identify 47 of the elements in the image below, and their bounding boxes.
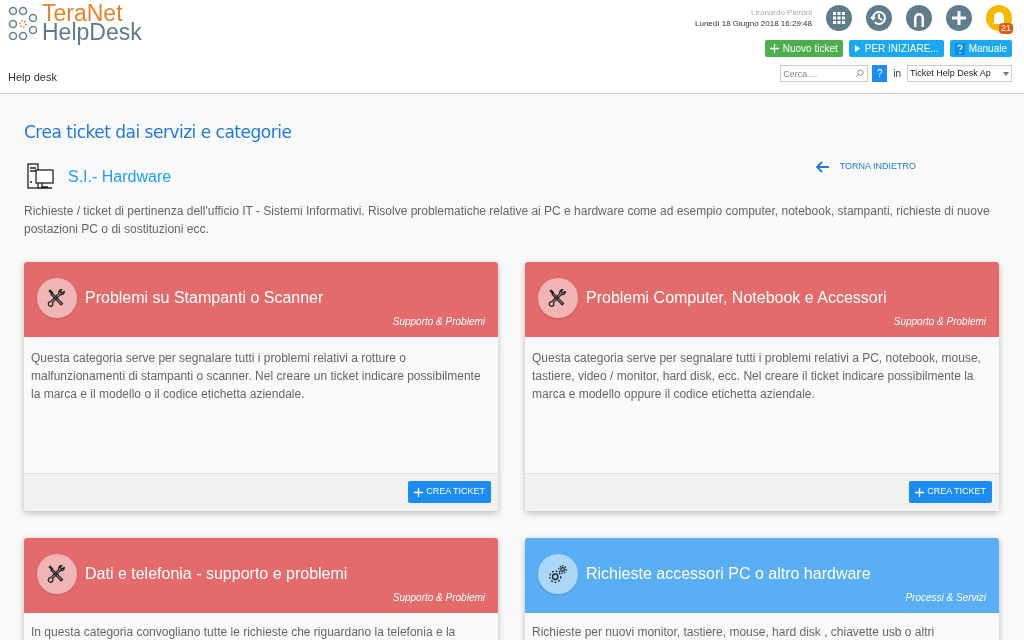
category-type: Supporto & Problemi (892, 314, 986, 329)
plus-icon[interactable] (946, 5, 972, 31)
in-label: in (893, 67, 901, 81)
tools-icon (46, 562, 68, 585)
card-title: Problemi su Stampanti o Scanner (85, 287, 324, 308)
computer-icon (24, 161, 56, 192)
apps-grid-icon[interactable] (826, 5, 852, 31)
back-link[interactable]: TORNA INDIETRO (815, 159, 916, 174)
card-title: Richieste accessori PC o altro hardware (586, 563, 871, 584)
service-description: Richieste / ticket di pertinenza dell'ufficio IT - Sistemi Informativi. Risolve problematiche relative ai PC e hardware come ad esempio computer, notebook, stampanti, richieste di nuove postazioni PC o di sostituzioni ecc. (24, 202, 991, 238)
date-time: Lunedì 18 Giugno 2018 16:29:48 (695, 18, 812, 29)
help-icon (954, 42, 965, 55)
category-type: Supporto & Problemi (391, 590, 485, 605)
plus-icon (769, 44, 779, 53)
help-button[interactable]: ? (872, 65, 888, 82)
search-field[interactable]: Cerca ... (780, 65, 869, 82)
search-icon (855, 69, 865, 78)
new-ticket-button[interactable]: Nuovo ticket (764, 40, 843, 57)
notification-badge: 21 (999, 23, 1013, 34)
user-name: Leonardo Pieroni (750, 7, 812, 18)
history-icon[interactable] (866, 5, 892, 31)
card-title: Problemi Computer, Notebook e Accessori (586, 287, 887, 308)
card-description: Questa categoria serve per segnalare tutti i problemi relativi a rotture o malfunzionamenti di stampanti o scanner. Nel creare un ticket indicare possibilmente la marca e il modello o il codice etichetta aziendale. (31, 349, 482, 403)
create-ticket-button[interactable]: CREA TICKET (408, 481, 491, 503)
back-arrow-icon (815, 160, 830, 173)
card-description: In questa categoria convogliano tutte le richieste che riguardano la telefonia e la (31, 623, 457, 640)
breadcrumb[interactable]: Help desk (8, 68, 142, 85)
card-description: Questa categoria serve per segnalare tutti i problemi relativi a PC, notebook, mouse, tastiere, video / monitor, hard disk, ecc. Nel creare il ticket indicare possibilmente la marca e modello oppure il codice etichetta aziendale. (532, 349, 982, 403)
logo-icon (8, 6, 38, 40)
card-description: Richieste per nuovi monitor, tastiere, mouse, hard disk , chiavette usb o altri (532, 623, 936, 640)
tools-icon (547, 286, 569, 309)
get-started-button[interactable]: PER INIZIARE... (848, 40, 944, 57)
category-type: Processi & Servizi (904, 590, 986, 605)
caret-icon (1003, 71, 1009, 76)
play-icon (853, 45, 861, 52)
card-title: Dati e telefonia - supporto e problemi (85, 563, 348, 584)
plus-icon (414, 487, 424, 497)
scope-dropdown[interactable]: Ticket Help Desk Ap (907, 65, 1012, 82)
page-title: Crea ticket dai servizi e categorie (24, 121, 293, 144)
category-type: Supporto & Problemi (391, 314, 485, 329)
plus-icon (915, 487, 925, 497)
tools-icon (46, 286, 68, 309)
create-ticket-button[interactable]: CREA TICKET (909, 481, 992, 503)
gears-icon (547, 562, 569, 585)
logo-text: TeraNet (42, 4, 123, 23)
manual-button[interactable]: Manuale (949, 40, 1012, 57)
service-title: S.I.- Hardware (68, 166, 172, 187)
